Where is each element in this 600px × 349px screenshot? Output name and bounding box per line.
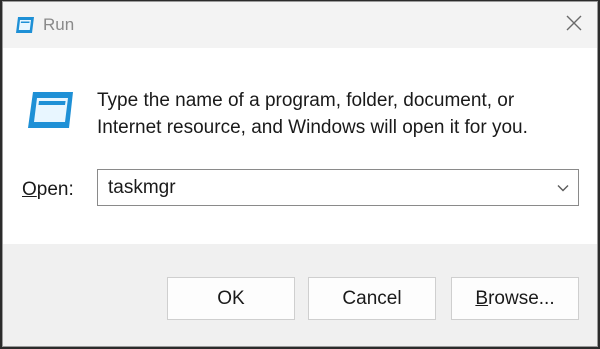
browse-button[interactable]: Browse... xyxy=(451,277,579,320)
run-app-icon xyxy=(15,16,35,34)
dialog-content: Type the name of a program, folder, docu… xyxy=(3,48,597,244)
dialog-description: Type the name of a program, folder, docu… xyxy=(97,87,567,141)
open-label-text: pen: xyxy=(36,179,74,200)
description-line: Type the name of a program, folder, docu… xyxy=(97,90,515,111)
close-icon xyxy=(566,15,582,36)
ok-button[interactable]: OK xyxy=(167,277,295,320)
cancel-button[interactable]: Cancel xyxy=(308,277,436,320)
description-line: Internet resource, and Windows will open… xyxy=(97,117,528,138)
run-dialog: Run Type the name of a program, folder, … xyxy=(2,1,598,347)
open-label-accesskey: O xyxy=(22,179,37,200)
window-title: Run xyxy=(43,15,75,34)
title-bar[interactable]: Run xyxy=(3,2,597,48)
browse-label: rowse... xyxy=(488,287,555,309)
open-input[interactable] xyxy=(108,170,538,205)
close-button[interactable] xyxy=(551,2,597,48)
button-bar: OK Cancel Browse... xyxy=(3,244,597,346)
run-app-icon xyxy=(25,90,75,130)
chevron-down-icon[interactable] xyxy=(556,181,570,195)
open-combobox[interactable] xyxy=(97,169,579,206)
open-label: Open: xyxy=(22,179,74,201)
browse-accesskey: B xyxy=(475,287,489,309)
